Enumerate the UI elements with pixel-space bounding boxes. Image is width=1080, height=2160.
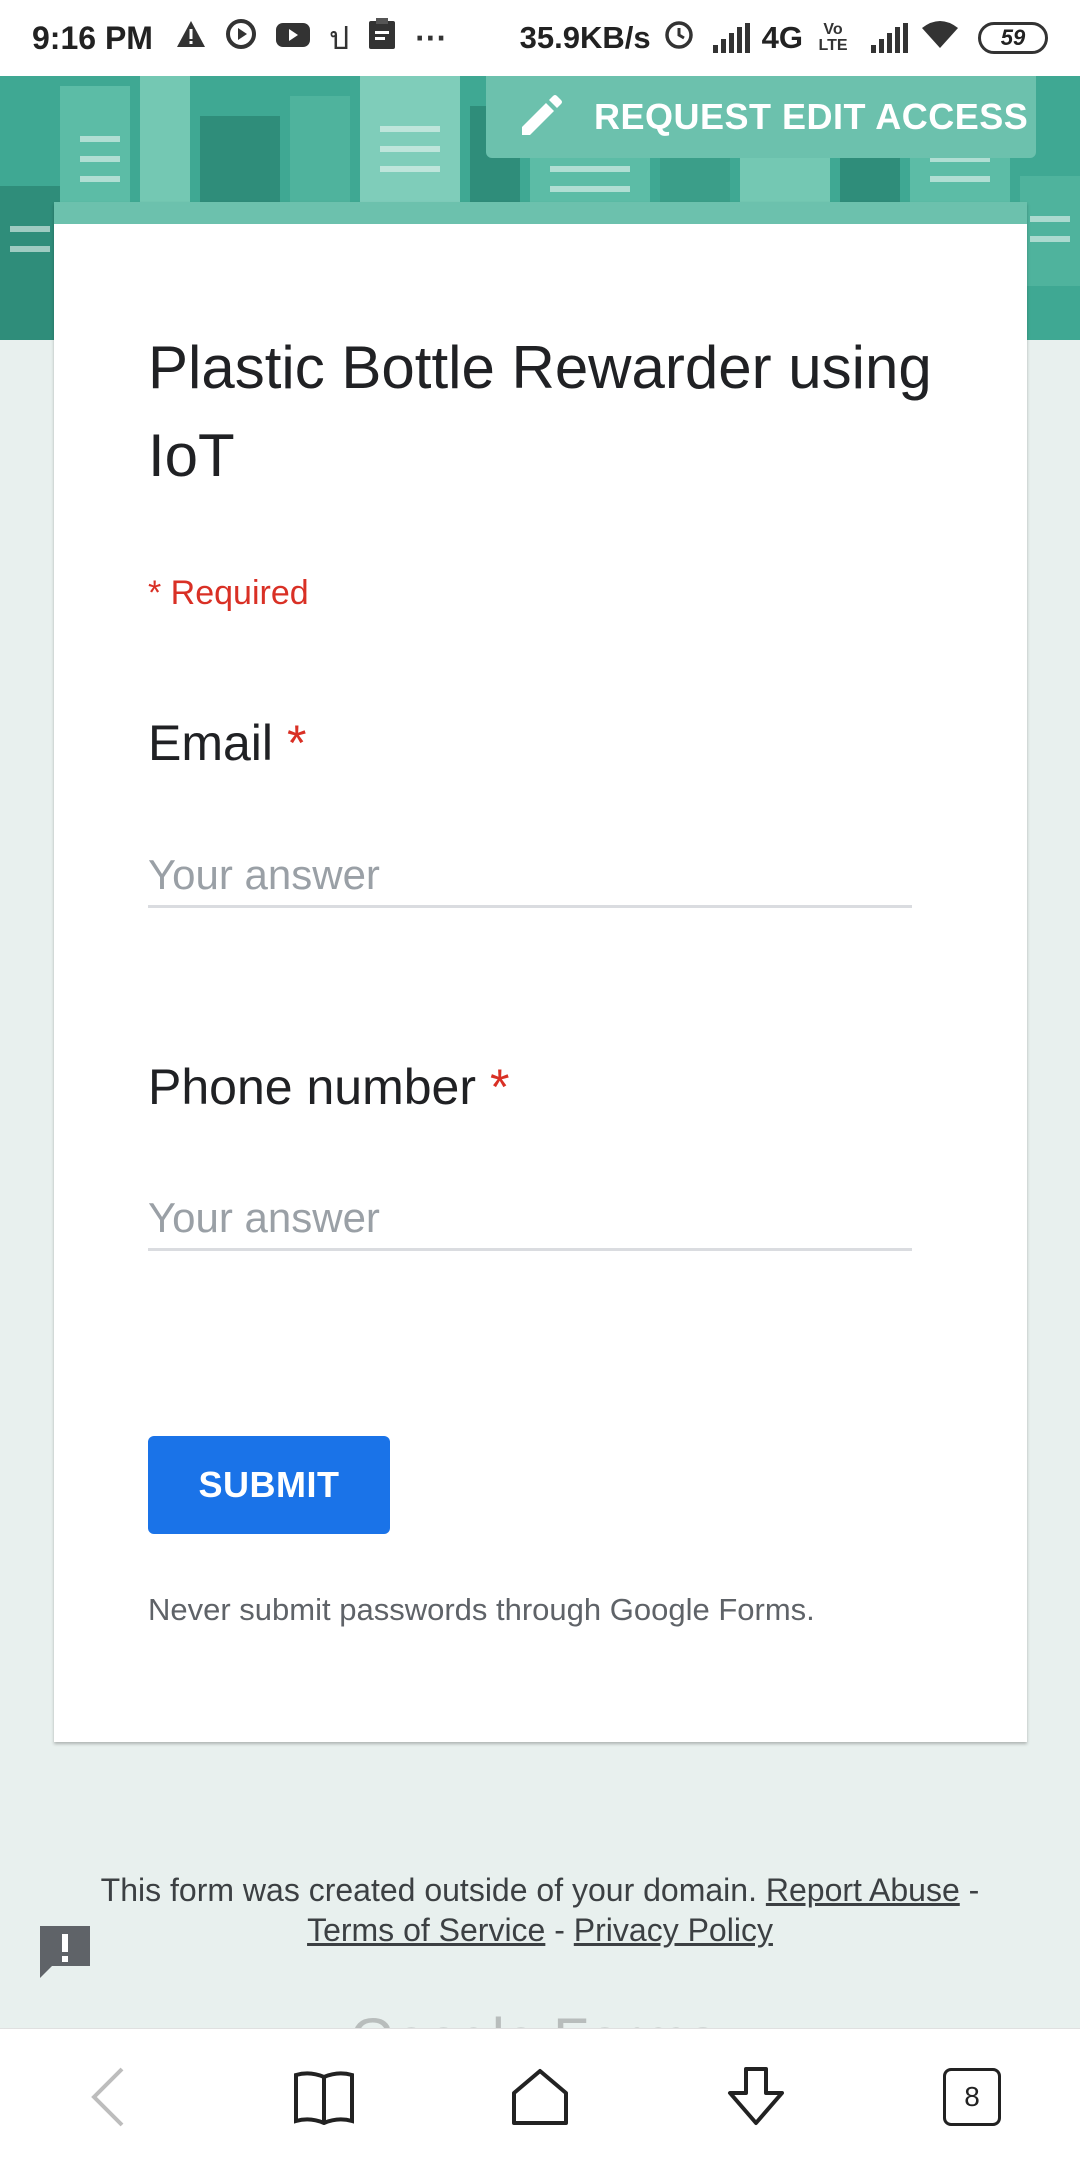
- email-field[interactable]: [148, 844, 912, 908]
- tabs-button[interactable]: 8: [924, 2049, 1020, 2145]
- phone-question-label: Phone number *: [148, 1058, 509, 1116]
- bookmarks-button[interactable]: [276, 2049, 372, 2145]
- footer-domain-note: This form was created outside of your do…: [100, 1872, 757, 1908]
- more-icon: ···: [415, 19, 448, 56]
- terms-of-service-link[interactable]: Terms of Service: [307, 1912, 545, 1948]
- back-button[interactable]: [60, 2049, 156, 2145]
- privacy-policy-link[interactable]: Privacy Policy: [574, 1912, 773, 1948]
- wifi-icon: [920, 18, 960, 58]
- network-speed: 35.9KB/s: [519, 20, 651, 55]
- book-icon: [294, 2071, 354, 2125]
- signal-icon-2: [871, 23, 908, 53]
- download-arrow-icon: [728, 2067, 784, 2125]
- home-icon: [512, 2069, 568, 2125]
- report-abuse-link[interactable]: Report Abuse: [766, 1872, 960, 1908]
- required-note: * Required: [148, 574, 309, 612]
- pencil-icon: [522, 95, 562, 135]
- google-forms-logo: Google Forms: [350, 2000, 717, 2028]
- password-warning: Never submit passwords through Google Fo…: [148, 1592, 815, 1627]
- chevron-left-icon: [91, 2067, 124, 2127]
- report-problem-button[interactable]: [36, 1922, 94, 1980]
- battery-icon: 59: [978, 22, 1048, 54]
- email-label-text: Email: [148, 715, 274, 771]
- footer-disclaimer: This form was created outside of your do…: [80, 1870, 1000, 1950]
- form-card: Plastic Bottle Rewarder using IoT * Requ…: [54, 202, 1027, 1742]
- required-star: *: [490, 1059, 510, 1115]
- phone-label-text: Phone number: [148, 1059, 477, 1115]
- footer-separator: -: [968, 1872, 980, 1908]
- form-title: Plastic Bottle Rewarder using IoT: [148, 334, 932, 489]
- status-time: 9:16 PM: [32, 19, 153, 56]
- email-question-label: Email *: [148, 714, 307, 772]
- network-type: 4G: [761, 20, 803, 55]
- request-edit-access-button[interactable]: REQUEST EDIT ACCESS: [486, 76, 1036, 158]
- submit-button[interactable]: SUBMIT: [148, 1436, 390, 1534]
- alarm-icon: [663, 18, 695, 58]
- signal-icon: [712, 23, 750, 53]
- required-star: *: [287, 715, 307, 771]
- youtube-icon: [275, 20, 311, 57]
- feedback-icon: [40, 1926, 90, 1978]
- download-button[interactable]: [708, 2049, 804, 2145]
- footer-separator: -: [554, 1912, 565, 1948]
- warning-icon: [175, 19, 207, 57]
- browser-bottom-nav: 8: [0, 2028, 1080, 2160]
- phone-number-field[interactable]: [148, 1187, 912, 1251]
- home-button[interactable]: [492, 2049, 588, 2145]
- request-edit-access-label: REQUEST EDIT ACCESS: [594, 96, 1029, 137]
- play-icon: [225, 18, 257, 58]
- tabs-count-icon: 8: [943, 2068, 1001, 2126]
- sim-icon: ป: [328, 19, 350, 56]
- status-bar: 9:16 PM ป ··· 35.9KB/s 4G Vo LTE 59: [0, 0, 1080, 76]
- volte-label: Vo LTE: [818, 21, 848, 54]
- clipboard-icon: [367, 17, 397, 59]
